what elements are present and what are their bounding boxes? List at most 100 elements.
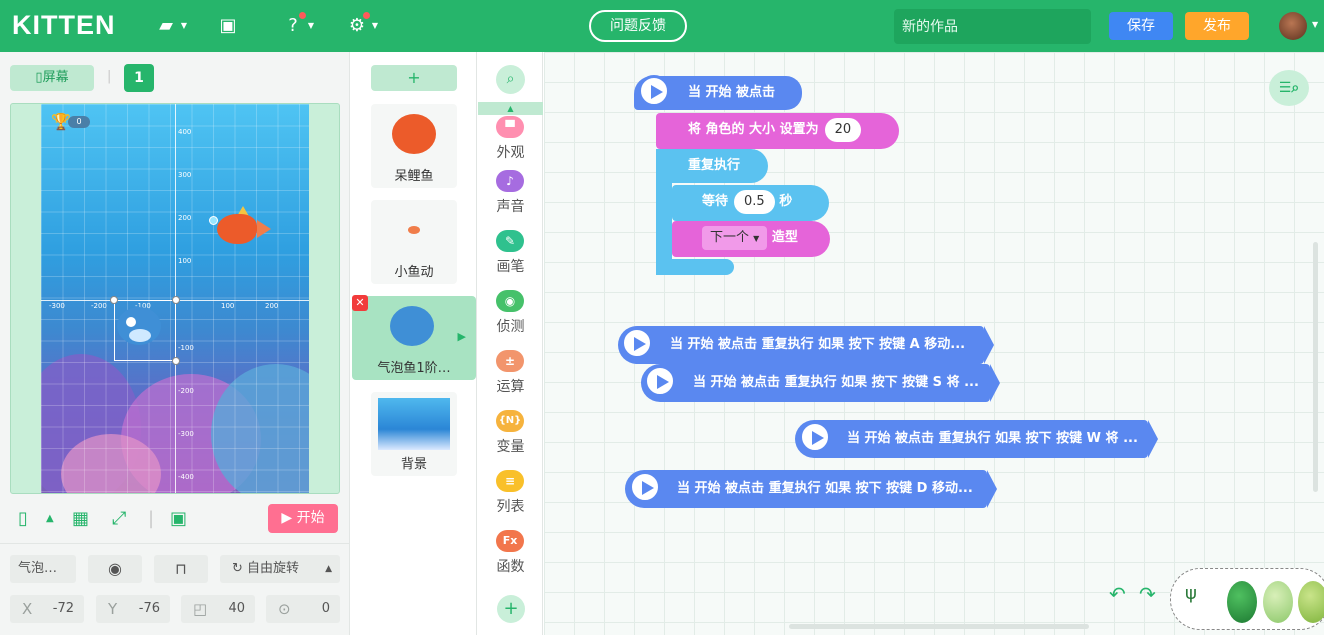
sprite-name-field[interactable]: 气泡… [10, 555, 76, 583]
looks-icon: ▀ [496, 116, 524, 138]
project-title-input[interactable] [894, 9, 1091, 44]
stage-toolbar: ▯ ▲ ▦ ⤢ | ▣ ▶ 开始 [10, 504, 340, 534]
start-flag-icon [644, 365, 676, 397]
category-label: 外观 [496, 145, 525, 161]
screen-number-badge[interactable]: 1 [124, 64, 154, 92]
help-icon[interactable]: ? ▼ [280, 12, 314, 38]
expand-arrow-icon[interactable]: ▶ [458, 330, 466, 343]
sprite-card-selected[interactable]: ✕ 气泡鱼1阶… ▶ [352, 295, 476, 380]
costume-dropdown[interactable]: 下一个 ▼ [702, 225, 768, 250]
category-sound[interactable]: ♪ 声音 [478, 170, 543, 230]
wait-unit: 秒 [779, 194, 793, 209]
x-position-field[interactable]: X -72 [10, 595, 84, 623]
wait-block[interactable]: 等待 0.5 秒 [672, 185, 829, 221]
publish-button[interactable]: 发布 [1185, 12, 1249, 40]
category-operators[interactable]: ± 运算 [478, 350, 543, 410]
code-workspace[interactable]: 当 开始 被点击 将 角色的 大小 设置为 20 重复执行 等待 0.5 秒 下一个… [544, 52, 1324, 635]
leaf-icon [1227, 581, 1257, 623]
score-badge: 0 [68, 116, 90, 128]
workspace-search-icon[interactable]: ☰⌕ [1269, 70, 1309, 106]
visibility-eye-icon[interactable]: ◉ [88, 555, 142, 583]
add-sprite-button[interactable]: + [371, 65, 457, 91]
rotation-label: 自由旋转 [247, 561, 300, 576]
user-avatar[interactable] [1279, 12, 1307, 40]
stage-frame: -300 -200 -100 100 200 400 300 200 100 -… [10, 103, 340, 494]
variables-icon: {N} [496, 410, 524, 432]
avatar-chevron-down-icon[interactable]: ▼ [1312, 20, 1318, 29]
start-label: 开始 [296, 510, 325, 526]
sprout-icon: ψ [1185, 583, 1197, 604]
redo-icon[interactable]: ↷ [1139, 582, 1156, 606]
sensing-icon: ◉ [496, 290, 524, 312]
mascot-widget[interactable]: ψ [1170, 568, 1324, 630]
settings-gear-icon[interactable]: ⚙ ▼ [344, 12, 378, 38]
background-card[interactable]: 背景 [371, 392, 457, 476]
folder-icon[interactable]: ▰ ▼ [153, 14, 187, 38]
direction-field[interactable]: ⊙ 0 [266, 595, 340, 623]
save-button[interactable]: 保存 [1109, 12, 1173, 40]
vertical-scrollbar[interactable] [1313, 242, 1318, 492]
collapsed-script[interactable]: 当 开始 被点击 重复执行 如果 按下 按键 A 移动... [618, 326, 994, 364]
fullscreen-icon[interactable]: ⤢ [112, 508, 126, 530]
bubble-sprite[interactable] [209, 216, 218, 225]
rotation-mode-select[interactable]: ↻ 自由旋转 ▲ [220, 555, 340, 583]
repeat-forever-block[interactable]: 重复执行 [656, 149, 768, 183]
stage-canvas[interactable]: -300 -200 -100 100 200 400 300 200 100 -… [41, 104, 309, 493]
caret-up-icon[interactable]: ▲ [46, 508, 54, 530]
x-tick: -300 [49, 302, 65, 310]
horizontal-scrollbar[interactable] [789, 624, 1089, 629]
backpack-icon[interactable]: ▣ [215, 14, 241, 38]
y-tick: -400 [178, 473, 194, 481]
category-variables[interactable]: {N} 变量 [478, 410, 543, 470]
category-looks[interactable]: ▀ 外观 [478, 116, 543, 176]
collapsed-script[interactable]: 当 开始 被点击 重复执行 如果 按下 按键 S 将 ... [641, 364, 1000, 402]
selection-box[interactable] [110, 296, 180, 365]
screen-button[interactable]: ▯屏幕 [10, 65, 94, 91]
costume-option: 下一个 [710, 229, 750, 245]
divider: | [148, 508, 155, 529]
category-label: 列表 [496, 499, 525, 515]
collapsed-script[interactable]: 当 开始 被点击 重复执行 如果 按下 按键 D 移动... [625, 470, 997, 508]
delete-sprite-icon[interactable]: ✕ [352, 295, 368, 311]
play-mode-icon[interactable]: ▣ [170, 508, 187, 530]
sprite-card[interactable]: 呆鲤鱼 [371, 104, 457, 188]
y-position-field[interactable]: Y -76 [96, 595, 170, 623]
category-sensing[interactable]: ◉ 侦测 [478, 290, 543, 350]
add-extension-button[interactable]: + [497, 595, 525, 623]
start-flag-icon [638, 75, 670, 107]
start-flag-icon [799, 421, 831, 453]
operators-icon: ± [496, 350, 524, 372]
start-button[interactable]: ▶ 开始 [268, 504, 338, 533]
lock-icon[interactable]: ⊓ [154, 555, 208, 583]
kitten-logo[interactable]: KITTEN [12, 10, 116, 41]
collapsed-script[interactable]: 当 开始 被点击 重复执行 如果 按下 按键 W 将 ... [795, 420, 1158, 458]
size-icon: ◰ [193, 600, 208, 618]
resize-handle[interactable] [110, 296, 118, 304]
set-size-block[interactable]: 将 角色的 大小 设置为 20 [656, 113, 899, 149]
rotate-handle[interactable] [172, 296, 180, 304]
x-tick: 200 [265, 302, 279, 310]
sprite-card[interactable]: 小鱼动 [371, 200, 457, 284]
y-label: Y [108, 600, 118, 618]
category-list[interactable]: ≡ 列表 [478, 470, 543, 530]
undo-icon[interactable]: ↶ [1109, 582, 1126, 606]
wait-input[interactable]: 0.5 [734, 189, 775, 214]
y-tick: -100 [178, 344, 194, 352]
size-field[interactable]: ◰ 40 [181, 595, 255, 623]
search-icon[interactable]: ⌕ [496, 65, 525, 94]
x-tick: -200 [91, 302, 107, 310]
device-icon[interactable]: ▯ [18, 508, 28, 530]
next-costume-block[interactable]: 下一个 ▼ 造型 [672, 221, 830, 257]
magikarp-sprite[interactable] [217, 214, 271, 244]
repeat-footer [656, 259, 734, 275]
y-tick: -200 [178, 387, 194, 395]
phone-icon: ▯ [35, 70, 43, 85]
sprite-name: 呆鲤鱼 [394, 169, 434, 184]
resize-handle[interactable] [172, 357, 180, 365]
feedback-button[interactable]: 问题反馈 [589, 10, 687, 42]
category-pen[interactable]: ✎ 画笔 [478, 230, 543, 290]
category-function[interactable]: Fx 函数 [478, 530, 543, 590]
scroll-up-icon[interactable]: ▲ [478, 102, 543, 115]
grid-icon[interactable]: ▦ [72, 508, 89, 530]
size-input[interactable]: 20 [824, 117, 862, 142]
